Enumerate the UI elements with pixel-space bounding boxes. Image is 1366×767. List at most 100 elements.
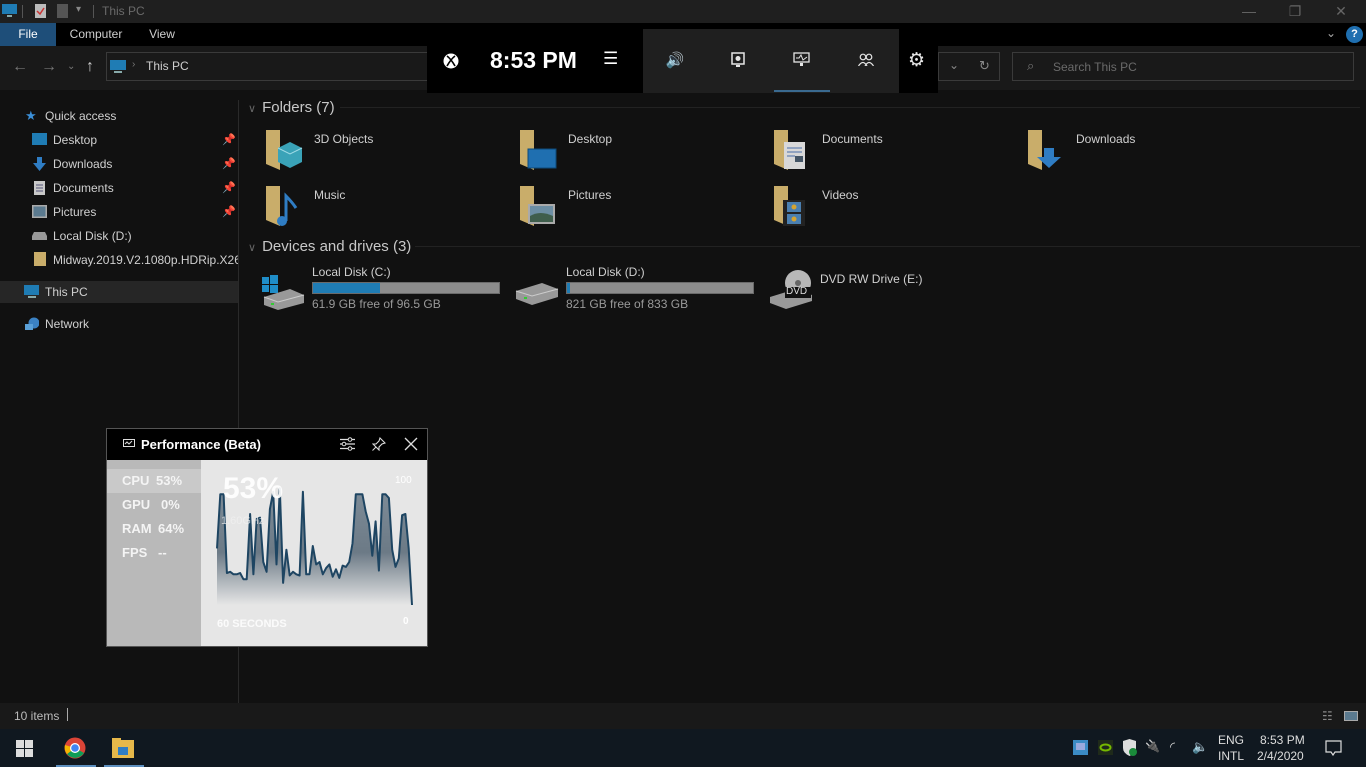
- back-arrow-icon[interactable]: ←: [12, 58, 28, 76]
- folder-documents[interactable]: Documents: [770, 130, 1020, 182]
- sidebar-label: Pictures: [53, 205, 97, 219]
- folder-videos[interactable]: Videos: [770, 186, 1020, 238]
- start-windows-icon[interactable]: [16, 740, 33, 757]
- performance-widget-header[interactable]: Performance (Beta): [107, 429, 427, 460]
- taskbar: 🔌 ◜ 🔈 ENG INTL 8:53 PM 2/4/2020: [0, 729, 1366, 767]
- settings-gear-icon[interactable]: ⚙: [908, 49, 925, 72]
- sidebar-item-documents[interactable]: Documents 📌: [0, 177, 238, 199]
- restore-button[interactable]: ❐: [1272, 0, 1318, 23]
- widget-menu-icon[interactable]: ☰: [603, 49, 618, 69]
- folder-desktop[interactable]: Desktop: [516, 130, 766, 182]
- folder-music[interactable]: Music: [262, 186, 512, 238]
- input-language[interactable]: ENG INTL: [1212, 732, 1248, 764]
- audio-widget-icon[interactable]: 🔊: [663, 51, 687, 71]
- folder-3d-objects[interactable]: 3D Objects: [262, 130, 512, 182]
- drive-usage-bar: [312, 282, 500, 294]
- folder-downloads[interactable]: Downloads: [1024, 130, 1274, 182]
- capture-widget-icon[interactable]: [731, 52, 745, 68]
- breadcrumb-this-pc[interactable]: This PC: [146, 59, 189, 73]
- nvidia-icon[interactable]: [1098, 740, 1113, 755]
- battery-icon[interactable]: 🔌: [1145, 739, 1160, 753]
- pin-icon[interactable]: 📌: [222, 129, 236, 151]
- xbox-game-bar: 8:53 PM ☰ 🔊 ⚙: [427, 29, 938, 93]
- expand-ribbon-icon[interactable]: ⌄: [1326, 26, 1336, 40]
- sidebar-item-local-disk-d[interactable]: Local Disk (D:): [0, 225, 238, 247]
- drive-e[interactable]: DVD DVD RW Drive (E:): [768, 265, 1018, 315]
- tab-computer[interactable]: Computer: [60, 23, 132, 46]
- performance-widget-icon[interactable]: [793, 52, 810, 66]
- divider: [415, 246, 1360, 247]
- network-icon: [25, 317, 39, 330]
- qat-dropdown-icon[interactable]: ▾: [76, 4, 81, 15]
- address-dropdown-icon[interactable]: ⌄: [949, 58, 959, 72]
- pin-icon[interactable]: 📌: [222, 177, 236, 199]
- options-sliders-icon[interactable]: [340, 437, 355, 451]
- pin-icon[interactable]: 📌: [222, 153, 236, 175]
- sidebar-item-pictures[interactable]: Pictures 📌: [0, 201, 238, 223]
- new-folder-icon[interactable]: [57, 4, 68, 18]
- drives-group-header[interactable]: ∨ Devices and drives (3): [248, 238, 411, 255]
- folders-group-header[interactable]: ∨ Folders (7): [248, 99, 335, 116]
- recent-locations-icon[interactable]: ⌄: [67, 61, 75, 72]
- sidebar-item-network[interactable]: Network: [0, 313, 238, 335]
- sidebar-label: Network: [45, 317, 90, 331]
- drive-d[interactable]: Local Disk (D:) 821 GB free of 833 GB: [514, 265, 764, 315]
- wifi-icon[interactable]: ◜: [1170, 739, 1175, 755]
- metric-fps[interactable]: FPS --: [107, 541, 201, 565]
- help-icon[interactable]: ?: [1346, 26, 1363, 43]
- sidebar-item-this-pc[interactable]: This PC: [0, 281, 238, 303]
- chevron-down-icon: ∨: [248, 242, 257, 254]
- action-center-icon[interactable]: [1325, 740, 1342, 756]
- pin-icon[interactable]: [372, 437, 386, 451]
- close-button[interactable]: ✕: [1318, 0, 1364, 23]
- item-count: 10 items: [14, 709, 60, 723]
- separator: [93, 5, 94, 18]
- folder-pictures[interactable]: Pictures: [516, 186, 766, 238]
- metric-list: CPU 53% GPU 0% RAM 64% FPS --: [107, 460, 201, 646]
- metric-name: CPU: [122, 473, 150, 488]
- window-title: This PC: [102, 4, 145, 18]
- sidebar-label: Desktop: [53, 133, 98, 147]
- large-icons-view-icon[interactable]: [1344, 711, 1358, 721]
- drive-icon: [32, 232, 47, 240]
- refresh-icon[interactable]: ↻: [979, 58, 990, 74]
- group-title: Devices and drives (3): [262, 238, 412, 255]
- metric-gpu[interactable]: GPU 0%: [107, 493, 201, 517]
- intel-graphics-icon[interactable]: [1073, 740, 1088, 755]
- 3d-objects-folder-icon: [266, 130, 303, 170]
- volume-icon[interactable]: 🔈: [1192, 739, 1208, 755]
- metric-cpu[interactable]: CPU 53%: [107, 469, 201, 493]
- dvd-badge: DVD: [786, 286, 808, 297]
- clock-time: 8:53 PM: [1260, 733, 1305, 747]
- drive-label: Local Disk (D:): [566, 265, 645, 279]
- tab-view[interactable]: View: [140, 23, 184, 46]
- sidebar-item-desktop[interactable]: Desktop 📌: [0, 129, 238, 151]
- minimize-button[interactable]: —: [1226, 0, 1272, 23]
- tab-file[interactable]: File: [0, 23, 56, 46]
- metric-value: 64%: [158, 521, 185, 536]
- separator: [22, 5, 23, 18]
- close-icon[interactable]: [404, 437, 418, 451]
- drive-c[interactable]: Local Disk (C:) 61.9 GB free of 96.5 GB: [260, 265, 510, 315]
- address-bar[interactable]: › This PC: [106, 52, 428, 81]
- folder-label: Pictures: [568, 188, 612, 202]
- clock[interactable]: 8:53 PM 2/4/2020: [1252, 732, 1318, 764]
- social-widget-icon[interactable]: [858, 53, 874, 66]
- search-input[interactable]: ⌕ Search This PC: [1012, 52, 1354, 81]
- up-arrow-icon[interactable]: ↑: [86, 58, 94, 76]
- sidebar-label: Local Disk (D:): [53, 229, 132, 243]
- x-axis-label: 60 SECONDS: [217, 618, 287, 630]
- sidebar-item-downloads[interactable]: Downloads 📌: [0, 153, 238, 175]
- y-min-label: 0: [403, 616, 409, 627]
- sidebar-item-midway[interactable]: Midway.2019.V2.1080p.HDRip.X264: [0, 249, 238, 271]
- windows-security-icon[interactable]: [1122, 739, 1137, 756]
- properties-icon[interactable]: [35, 4, 46, 18]
- forward-arrow-icon[interactable]: →: [41, 58, 57, 76]
- file-explorer-icon[interactable]: [112, 738, 134, 758]
- sidebar-item-quick-access[interactable]: ★ Quick access: [0, 105, 238, 127]
- metric-ram[interactable]: RAM 64%: [107, 517, 201, 541]
- details-view-icon[interactable]: ☷: [1322, 709, 1333, 723]
- xbox-icon[interactable]: [443, 53, 459, 69]
- pin-icon[interactable]: 📌: [222, 201, 236, 223]
- chrome-icon[interactable]: [64, 737, 86, 759]
